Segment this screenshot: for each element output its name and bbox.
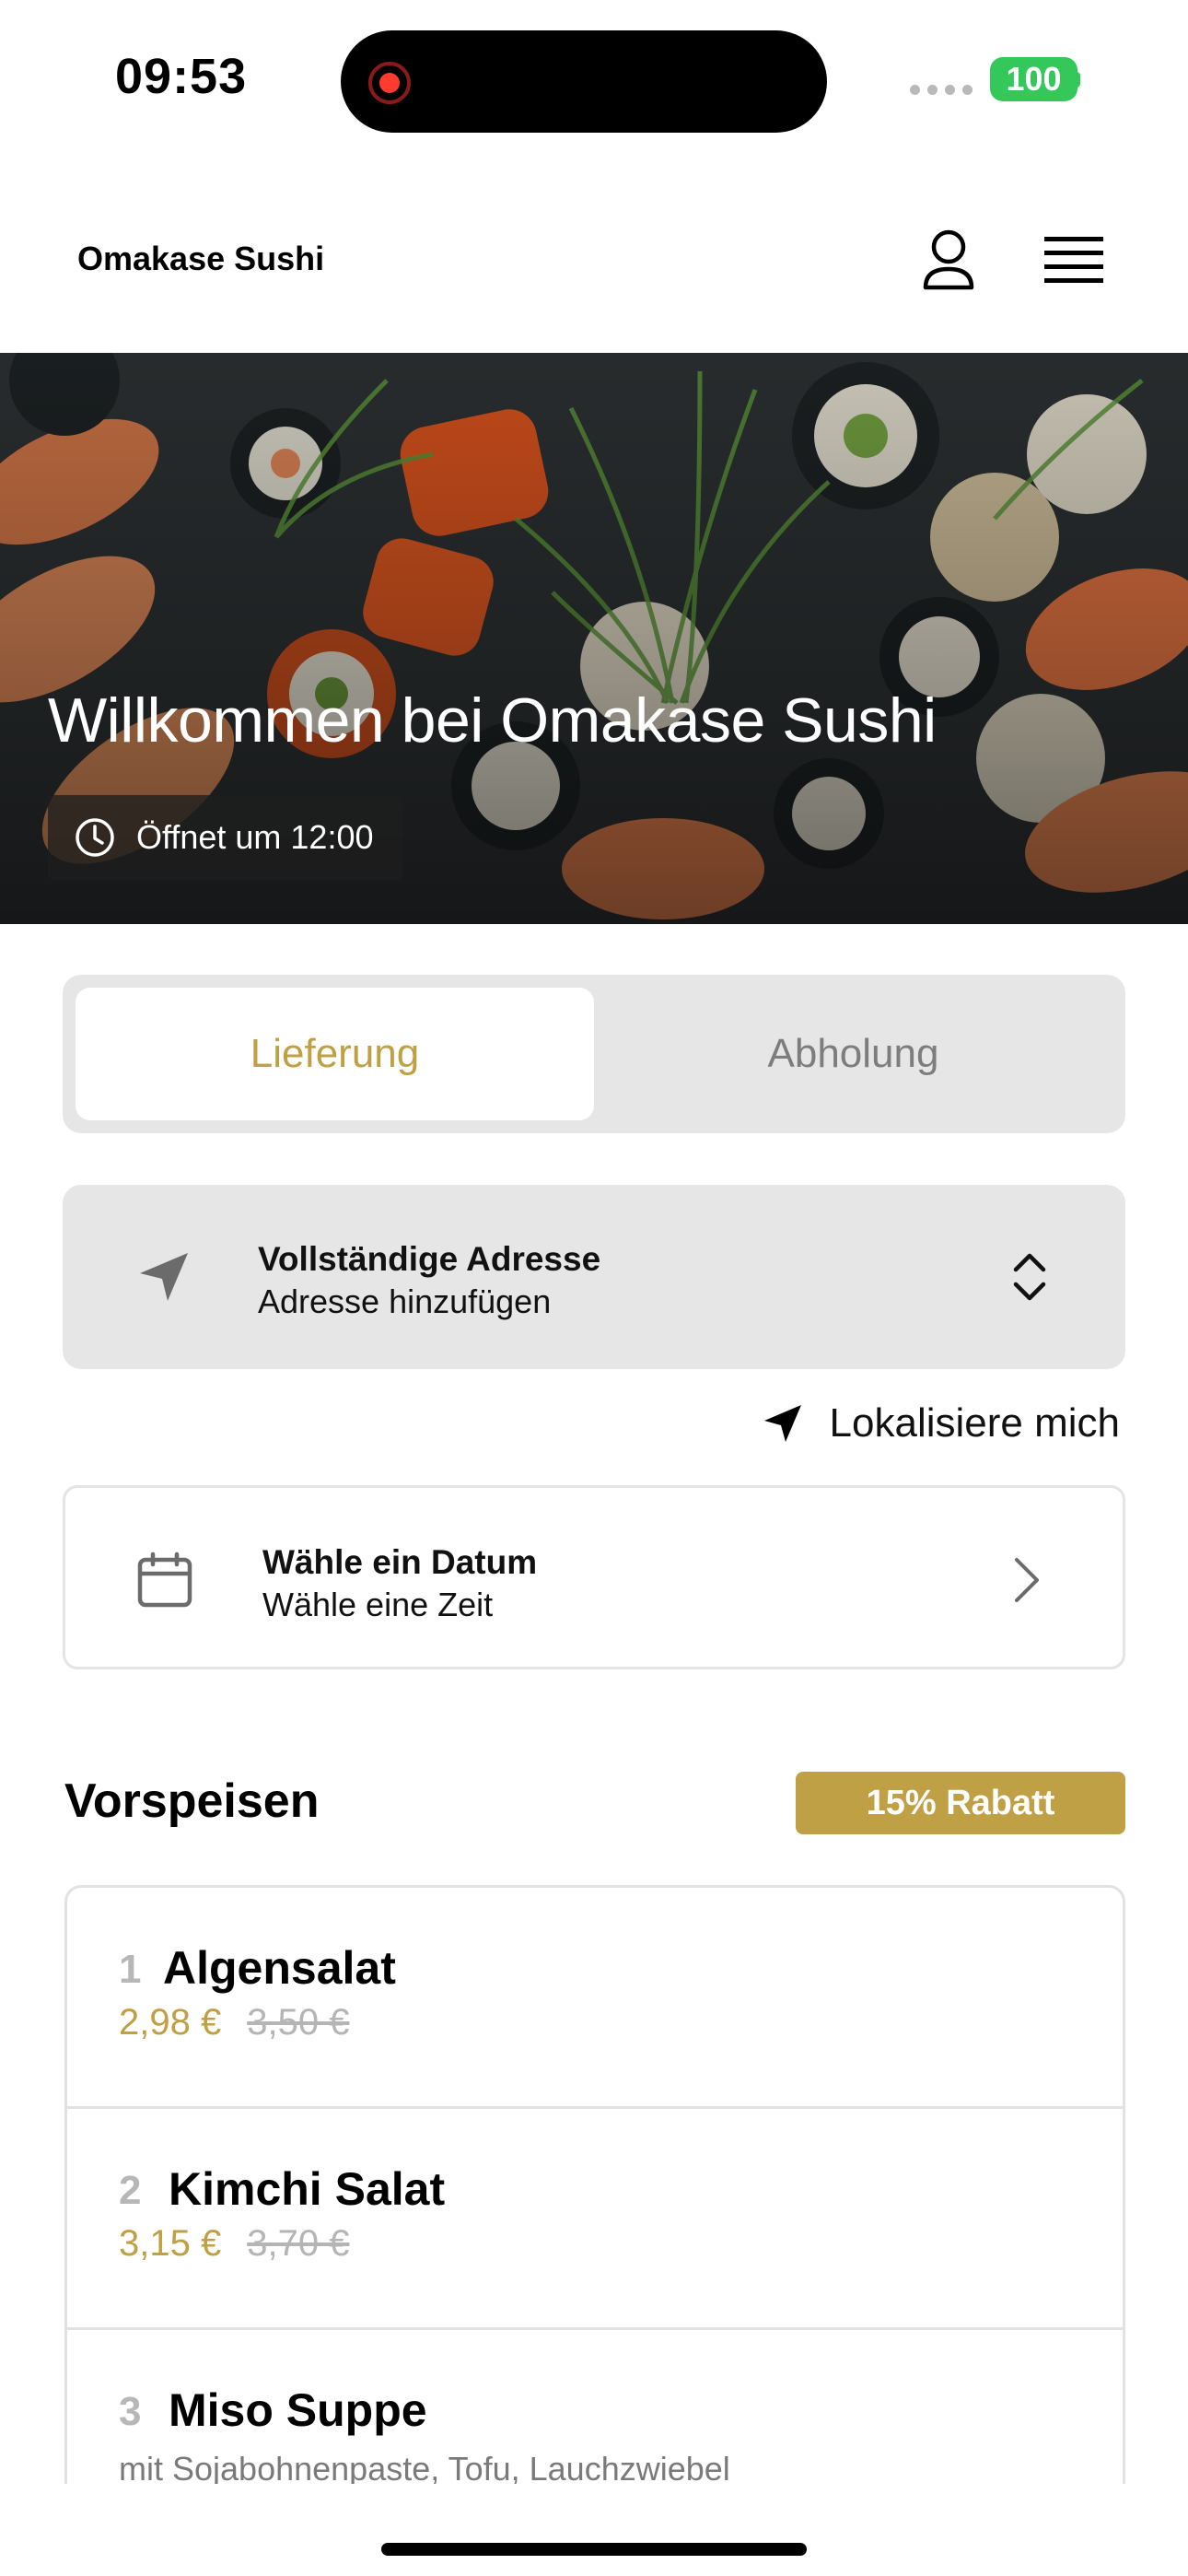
menu-item[interactable]: 3 Miso Suppe mit Sojabohnenpaste, Tofu, … — [67, 2330, 1123, 2484]
item-name: Miso Suppe — [169, 2384, 427, 2436]
item-number: 3 — [119, 2389, 142, 2434]
menu-item[interactable]: 1 Algensalat 2,98 € 3,50 € — [67, 1888, 1123, 2109]
battery-level: 100 — [1006, 60, 1062, 98]
hamburger-menu-icon — [1044, 237, 1103, 283]
item-name: Algensalat — [163, 1942, 396, 1994]
item-number: 2 — [119, 2168, 142, 2213]
clock-icon — [76, 818, 114, 857]
address-selector[interactable]: Vollständige Adresse Adresse hinzufügen — [63, 1185, 1125, 1369]
date-time-selector[interactable]: Wähle ein Datum Wähle eine Zeit — [63, 1485, 1125, 1669]
home-indicator[interactable] — [381, 2543, 807, 2556]
item-price: 2,98 € — [119, 2002, 222, 2043]
item-name: Kimchi Salat — [169, 2163, 446, 2215]
opening-hours-text: Öffnet um 12:00 — [136, 818, 374, 856]
battery-icon: 100 — [990, 57, 1077, 101]
item-price: 3,15 € — [119, 2223, 222, 2264]
date-title: Wähle ein Datum — [262, 1543, 538, 1581]
locate-me-button[interactable]: Lokalisiere mich — [762, 1400, 1120, 1446]
item-old-price: 3,50 € — [247, 2002, 350, 2043]
opening-hours-badge: Öffnet um 12:00 — [48, 795, 403, 880]
menu-button[interactable] — [1030, 217, 1118, 305]
item-number: 1 — [119, 1947, 142, 1992]
menu-item-list: 1 Algensalat 2,98 € 3,50 € 2 Kimchi Sala… — [64, 1885, 1125, 2484]
item-description: mit Sojabohnenpaste, Tofu, Lauchzwiebel — [119, 2450, 730, 2484]
status-time: 09:53 — [115, 49, 248, 104]
location-arrow-icon — [763, 1405, 801, 1442]
hero-title: Willkommen bei Omakase Sushi — [48, 685, 937, 755]
address-subtitle: Adresse hinzufügen — [258, 1282, 552, 1320]
dynamic-island — [341, 30, 827, 133]
app-header: Omakase Sushi — [0, 161, 1188, 353]
address-title: Vollständige Adresse — [258, 1240, 601, 1278]
battery-cap — [1074, 72, 1080, 88]
discount-badge: 15% Rabatt — [796, 1772, 1125, 1834]
chevron-right-icon — [1001, 1543, 1053, 1617]
recording-icon — [368, 62, 411, 104]
hero-banner: Willkommen bei Omakase Sushi Öffnet um 1… — [0, 353, 1188, 924]
brand-name[interactable]: Omakase Sushi — [77, 240, 324, 278]
profile-button[interactable] — [904, 217, 993, 305]
tab-delivery[interactable]: Lieferung — [76, 988, 594, 1120]
item-old-price: 3,70 € — [247, 2223, 350, 2264]
menu-item[interactable]: 2 Kimchi Salat 3,15 € 3,70 € — [67, 2109, 1123, 2330]
signal-icon — [910, 85, 973, 95]
locate-me-label: Lokalisiere mich — [829, 1400, 1120, 1446]
time-subtitle: Wähle eine Zeit — [262, 1586, 494, 1623]
calendar-icon — [130, 1545, 200, 1615]
status-bar: 09:53 100 — [0, 0, 1188, 161]
location-arrow-icon — [129, 1242, 199, 1312]
tab-pickup[interactable]: Abholung — [594, 988, 1112, 1120]
category-title: Vorspeisen — [64, 1774, 320, 1828]
profile-icon — [923, 229, 974, 290]
order-mode-toggle: Lieferung Abholung — [63, 975, 1125, 1133]
chevron-up-down-icon — [1004, 1240, 1055, 1314]
